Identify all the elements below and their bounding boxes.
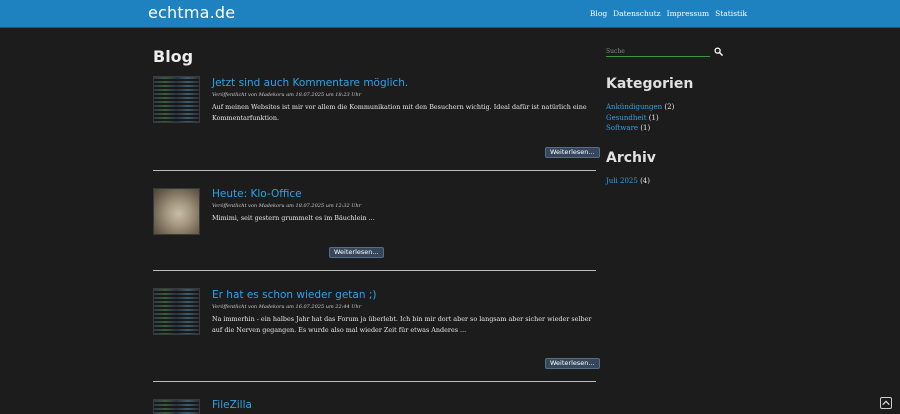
post-excerpt: Na immerhin - ein halbes Jahr hat das Fo… <box>212 315 592 334</box>
post-meta: Veröffentlicht von Madekoru am 18.07.202… <box>212 92 362 98</box>
category-link[interactable]: Ankündigungen <box>606 103 662 111</box>
post-title-link[interactable]: FileZilla <box>212 399 252 411</box>
post-divider <box>153 270 596 271</box>
category-link[interactable]: Gesundheit <box>606 114 647 122</box>
search-input[interactable] <box>606 46 710 57</box>
post-card: Heute: Klo-Office Veröffentlicht von Mad… <box>153 187 596 263</box>
post-excerpt: Mimimi, seit gestern grummelt es im Bäuc… <box>212 214 375 222</box>
archive-heading: Archiv <box>606 150 656 166</box>
read-more-button[interactable]: Weiterlesen... <box>329 247 384 258</box>
archive-count: (4) <box>640 177 650 185</box>
chevron-up-icon <box>882 400 890 406</box>
top-navbar: echtma.de Blog Datenschutz Impressum Sta… <box>0 0 900 28</box>
category-link[interactable]: Software <box>606 124 638 132</box>
scroll-top-button[interactable] <box>880 397 892 409</box>
post-thumbnail[interactable] <box>153 399 200 414</box>
read-more-button[interactable]: Weiterlesen... <box>545 147 600 158</box>
post-title-link[interactable]: Heute: Klo-Office <box>212 188 302 200</box>
category-item: Gesundheit (1) <box>606 113 674 124</box>
archive-list: Juli 2025 (4) <box>606 176 650 187</box>
post-title-link[interactable]: Jetzt sind auch Kommentare möglich. <box>212 77 408 89</box>
archive-item: Juli 2025 (4) <box>606 176 650 187</box>
archive-link[interactable]: Juli 2025 <box>606 177 638 185</box>
post-card: Er hat es schon wieder getan ;) Veröffen… <box>153 288 600 372</box>
category-item: Ankündigungen (2) <box>606 102 674 113</box>
post-thumbnail[interactable] <box>153 76 200 123</box>
categories-heading: Kategorien <box>606 76 694 92</box>
nav-link-datenschutz[interactable]: Datenschutz <box>613 9 660 18</box>
post-card: Jetzt sind auch Kommentare möglich. Verö… <box>153 76 600 160</box>
post-excerpt: Auf meinen Websites ist mir vor allem di… <box>212 103 587 122</box>
category-item: Software (1) <box>606 123 674 134</box>
category-count: (2) <box>664 103 675 111</box>
post-divider <box>153 381 596 382</box>
post-card: FileZilla <box>153 398 596 414</box>
page-title: Blog <box>153 47 194 66</box>
read-more-button[interactable]: Weiterlesen... <box>545 358 600 369</box>
search-box <box>606 46 723 58</box>
nav-link-impressum[interactable]: Impressum <box>667 9 710 18</box>
nav-link-blog[interactable]: Blog <box>590 9 607 18</box>
category-count: (1) <box>640 124 651 132</box>
category-count: (1) <box>648 113 659 122</box>
nav-link-statistik[interactable]: Statistik <box>715 9 747 18</box>
post-thumbnail[interactable] <box>153 188 200 235</box>
search-icon[interactable] <box>714 47 723 56</box>
main-nav: Blog Datenschutz Impressum Statistik <box>590 9 747 18</box>
categories-list: Ankündigungen (2) Gesundheit (1) Softwar… <box>606 102 674 134</box>
post-divider <box>153 170 596 171</box>
post-title-link[interactable]: Er hat es schon wieder getan ;) <box>212 289 376 301</box>
post-thumbnail[interactable] <box>153 288 200 335</box>
site-title-link[interactable]: echtma.de <box>148 3 235 22</box>
post-meta: Veröffentlicht von Madekoru am 18.07.202… <box>212 203 362 209</box>
post-meta: Veröffentlicht von Madekoru am 16.07.202… <box>212 304 362 310</box>
